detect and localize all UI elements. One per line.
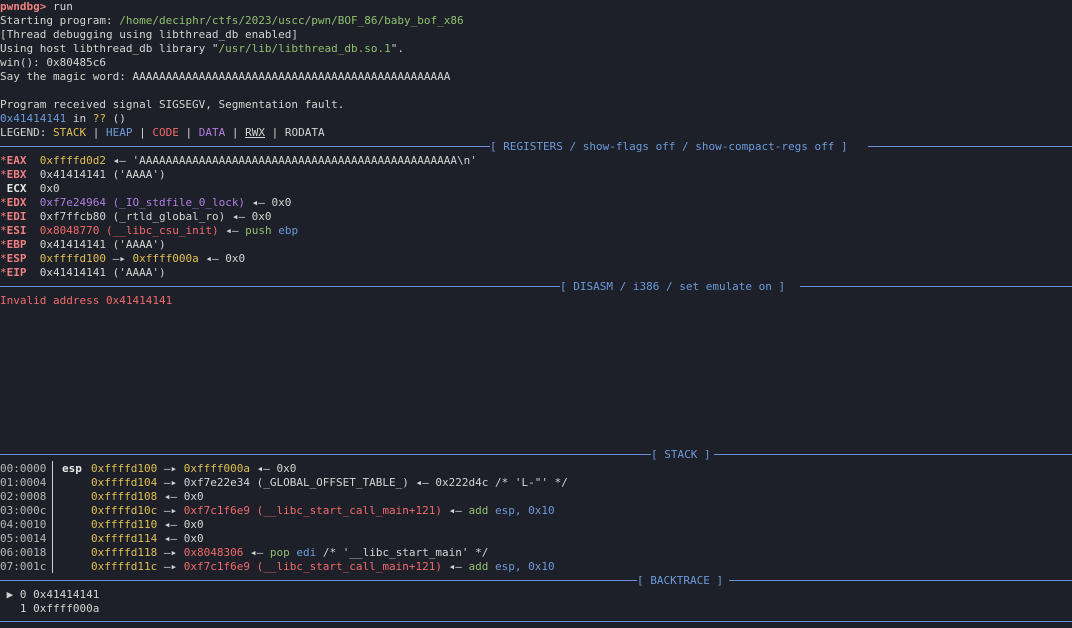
legend-data: DATA <box>198 126 226 139</box>
command-line: pwndbg> run <box>0 0 73 14</box>
disasm-header: [ DISASM / i386 / set emulate on ] <box>560 280 786 293</box>
win-address-line: win(): 0x80485c6 <box>0 56 106 69</box>
separator-rule <box>0 580 637 581</box>
register-esi: *ESI 0x8048770 (__libc_csu_init) ◂— push… <box>0 224 299 237</box>
legend-rodata: RODATA <box>284 126 325 139</box>
fault-location-line: 0x41414141 in ?? () <box>0 112 126 125</box>
legend-heap: HEAP <box>105 126 133 139</box>
register-esp: *ESP 0xffffd100 —▸ 0xffff000a ◂— 0x0 <box>0 252 246 265</box>
register-edi: *EDI 0xf7ffcb80 (_rtld_global_ro) ◂— 0x0 <box>0 210 272 223</box>
separator-rule <box>0 454 651 455</box>
registers-separator: [ REGISTERS / show-flags off / show-comp… <box>0 140 1072 154</box>
libthread-path: /usr/lib/libthread_db.so.1 <box>218 42 391 55</box>
command-text: run <box>46 0 73 13</box>
gdb-prompt: pwndbg> <box>0 0 47 13</box>
stack-row: 03:000c 0xffffd10c —▸ 0xf7c1f6e9 (__libc_… <box>0 504 555 517</box>
separator-rule <box>0 146 490 147</box>
magic-word-line: Say the magic word: AAAAAAAAAAAAAAAAAAAA… <box>0 70 451 83</box>
stack-row: 01:0004 0xffffd104 —▸ 0xf7e22e34 (_GLOBAL… <box>0 476 568 489</box>
disasm-separator: [ DISASM / i386 / set emulate on ] <box>0 280 1072 294</box>
stack-row: 00:0000 esp 0xffffd100 —▸ 0xffff000a ◂— 0x… <box>0 462 297 475</box>
terminal-window[interactable]: pwndbg> run Starting program: /home/deci… <box>0 0 1072 628</box>
backtrace-frame: 1 0xffff000a <box>19 602 100 615</box>
libthread-line: Using host libthread_db library "/usr/li… <box>0 42 404 55</box>
backtrace-header: [ BACKTRACE ] <box>637 574 724 587</box>
legend-rwx: RWX <box>245 126 265 139</box>
stack-header: [ STACK ] <box>651 448 711 461</box>
register-eax: *EAX 0xffffd0d2 ◂— 'AAAAAAAAAAAAAAAAAAAA… <box>0 154 477 167</box>
thread-debug-line: [Thread debugging using libthread_db ena… <box>0 28 299 41</box>
legend-code: CODE <box>152 126 179 139</box>
register-eip: *EIP 0x41414141 ('AAAA') <box>0 266 166 279</box>
separator-rule <box>0 621 1072 622</box>
bottom-separator <box>0 615 1072 628</box>
backtrace-frame: ▶ 0 0x41414141 <box>0 588 100 601</box>
legend-line: LEGEND: STACK | HEAP | CODE | DATA | RWX… <box>0 126 325 139</box>
stack-separator: [ STACK ] <box>0 448 1072 462</box>
registers-header: [ REGISTERS / show-flags off / show-comp… <box>490 140 848 153</box>
separator-rule <box>714 454 1072 455</box>
register-ebx: *EBX 0x41414141 ('AAAA') <box>0 168 166 181</box>
register-edx: *EDX 0xf7e24964 (_IO_stdfile_0_lock) ◂— … <box>0 196 292 209</box>
legend-stack: STACK <box>52 126 87 139</box>
separator-rule <box>868 146 1072 147</box>
backtrace-separator: [ BACKTRACE ] <box>0 574 1072 588</box>
separator-rule <box>800 286 1072 287</box>
stack-row: 07:001c 0xffffd11c —▸ 0xf7c1f6e9 (__libc_… <box>0 560 555 573</box>
stack-row: 02:0008 0xffffd108 ◂— 0x0 <box>0 490 204 503</box>
stack-row: 05:0014 0xffffd114 ◂— 0x0 <box>0 532 204 545</box>
separator-rule <box>729 580 1072 581</box>
program-path: /home/deciphr/ctfs/2023/uscc/pwn/BOF_86/… <box>119 14 464 27</box>
stack-divider <box>52 461 53 573</box>
disasm-invalid-address: Invalid address 0x41414141 <box>0 294 173 307</box>
signal-line: Program received signal SIGSEGV, Segment… <box>0 98 345 111</box>
separator-rule <box>0 286 560 287</box>
stack-row: 06:0018 0xffffd118 —▸ 0x8048306 ◂— pop ed… <box>0 546 489 559</box>
fault-address: 0x41414141 <box>0 112 67 125</box>
register-ecx: ECX 0x0 <box>6 182 60 195</box>
frame-marker-icon: ▶ <box>0 588 20 601</box>
register-ebp: *EBP 0x41414141 ('AAAA') <box>0 238 166 251</box>
starting-program-line: Starting program: /home/deciphr/ctfs/202… <box>0 14 464 27</box>
stack-row: 04:0010 0xffffd110 ◂— 0x0 <box>0 518 204 531</box>
